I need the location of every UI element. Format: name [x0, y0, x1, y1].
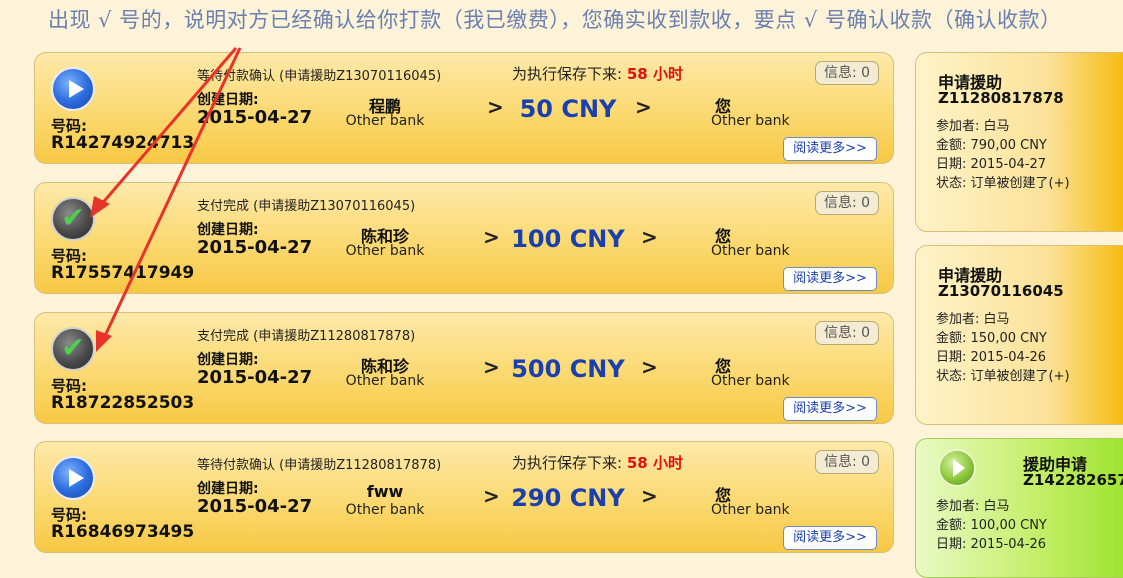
date-label: 创建日期: [197, 352, 259, 368]
ref-number: R16846973495 [51, 522, 195, 542]
timer-label: 为执行保存下来: [512, 65, 623, 83]
arrow-glyph: > [641, 355, 658, 379]
date-label: 创建日期: [197, 92, 259, 108]
read-more-button[interactable]: 阅读更多>> [783, 137, 877, 161]
arrow-glyph: > [641, 225, 658, 249]
aid-application-card[interactable]: 援助申请 Z142282657 参加者: 白马 金额: 100,00 CNY 日… [915, 438, 1123, 578]
arrow-glyph: > [483, 355, 500, 379]
sender-name: fww [366, 482, 404, 501]
aid-request-id: Z13070116045 [938, 282, 1064, 300]
play-icon[interactable] [51, 456, 95, 500]
play-icon[interactable] [51, 67, 95, 111]
arrow-glyph: > [641, 484, 658, 508]
read-more-button[interactable]: 阅读更多>> [783, 267, 877, 291]
timer-value: 58 小时 [626, 454, 683, 472]
date-value: 2015-04-27 [197, 496, 313, 517]
amount: 金额: 150,00 CNY [936, 331, 1047, 346]
read-more-button[interactable]: 阅读更多>> [783, 397, 877, 421]
read-more-button[interactable]: 阅读更多>> [783, 526, 877, 550]
aid-application-details: 参加者: 白马 金额: 100,00 CNY 日期: 2015-04-26 [936, 497, 1047, 554]
info-button[interactable]: 信息: 0 [815, 450, 879, 474]
aid-request-details: 参加者: 白马 金额: 790,00 CNY 日期: 2015-04-27 状态… [936, 117, 1070, 193]
sender-bank: Other bank [345, 113, 425, 129]
amount: 金额: 790,00 CNY [936, 138, 1047, 153]
info-button[interactable]: 信息: 0 [815, 61, 879, 85]
date-value: 2015-04-27 [197, 367, 313, 388]
date-value: 2015-04-27 [197, 237, 313, 258]
timer-text: 为执行保存下来: 58 小时 [512, 63, 683, 84]
order-status: 支付完成 (申请援助Z11280817878) [197, 329, 416, 344]
arrow-right-icon[interactable] [938, 449, 976, 487]
sender-bank: Other bank [345, 373, 425, 389]
arrow-glyph: > [483, 484, 500, 508]
transfer-amount: 290 CNY [511, 484, 625, 512]
order-status: 支付完成 (申请援助Z13070116045) [197, 199, 416, 214]
info-button[interactable]: 信息: 0 [815, 191, 879, 215]
order-card: ✔ 号码: R17557417949 支付完成 (申请援助Z1307011604… [34, 182, 894, 294]
date-value: 2015-04-27 [197, 107, 313, 128]
timer-label: 为执行保存下来: [512, 454, 623, 472]
arrow-glyph: > [483, 225, 500, 249]
receiver-bank: Other bank [711, 502, 790, 518]
order-status[interactable]: 状态: 订单被创建了(+) [936, 367, 1070, 386]
transfer-amount: 100 CNY [511, 225, 625, 253]
sender-bank: Other bank [345, 502, 425, 518]
participant: 参加者: 白马 [936, 499, 1010, 514]
arrow-glyph: > [487, 95, 504, 119]
order-status: 等待付款确认 (申请援助Z11280817878) [197, 458, 442, 473]
aid-request-card[interactable]: 申请援助 Z11280817878 参加者: 白马 金额: 790,00 CNY… [915, 52, 1123, 232]
amount: 金额: 100,00 CNY [936, 518, 1047, 533]
participant: 参加者: 白马 [936, 119, 1010, 134]
timer-text: 为执行保存下来: 58 小时 [512, 452, 683, 473]
transfer-amount: 500 CNY [511, 355, 625, 383]
order-status[interactable]: 状态: 订单被创建了(+) [936, 174, 1070, 193]
sender-bank: Other bank [345, 243, 425, 259]
timer-value: 58 小时 [626, 65, 683, 83]
receiver-bank: Other bank [711, 113, 790, 129]
aid-request-id: Z11280817878 [938, 89, 1064, 107]
date: 日期: 2015-04-26 [936, 350, 1047, 365]
aid-application-id: Z142282657 [1023, 471, 1123, 489]
order-card: 号码: R16846973495 等待付款确认 (申请援助Z1128081787… [34, 441, 894, 553]
participant: 参加者: 白马 [936, 312, 1010, 327]
order-card: ✔ 号码: R18722852503 支付完成 (申请援助Z1128081787… [34, 312, 894, 424]
instruction-text: 出现 √ 号的，说明对方已经确认给你打款（我已缴费），您确实收到款收，要点 √ … [48, 8, 1062, 32]
info-button[interactable]: 信息: 0 [815, 321, 879, 345]
ref-number: R14274924713 [51, 133, 195, 153]
date: 日期: 2015-04-27 [936, 157, 1047, 172]
ref-number: R18722852503 [51, 393, 195, 413]
ref-number: R17557417949 [51, 263, 195, 283]
transfer-amount: 50 CNY [519, 95, 617, 123]
date: 日期: 2015-04-26 [936, 537, 1047, 552]
order-status: 等待付款确认 (申请援助Z13070116045) [197, 69, 442, 84]
date-label: 创建日期: [197, 481, 259, 497]
arrow-glyph: > [635, 95, 652, 119]
check-icon[interactable]: ✔ [51, 197, 95, 241]
receiver-bank: Other bank [711, 373, 790, 389]
aid-request-details: 参加者: 白马 金额: 150,00 CNY 日期: 2015-04-26 状态… [936, 310, 1070, 386]
aid-request-card[interactable]: 申请援助 Z13070116045 参加者: 白马 金额: 150,00 CNY… [915, 245, 1123, 425]
order-card: 号码: R14274924713 等待付款确认 (申请援助Z1307011604… [34, 52, 894, 164]
receiver-bank: Other bank [711, 243, 790, 259]
date-label: 创建日期: [197, 222, 259, 238]
check-icon[interactable]: ✔ [51, 327, 95, 371]
